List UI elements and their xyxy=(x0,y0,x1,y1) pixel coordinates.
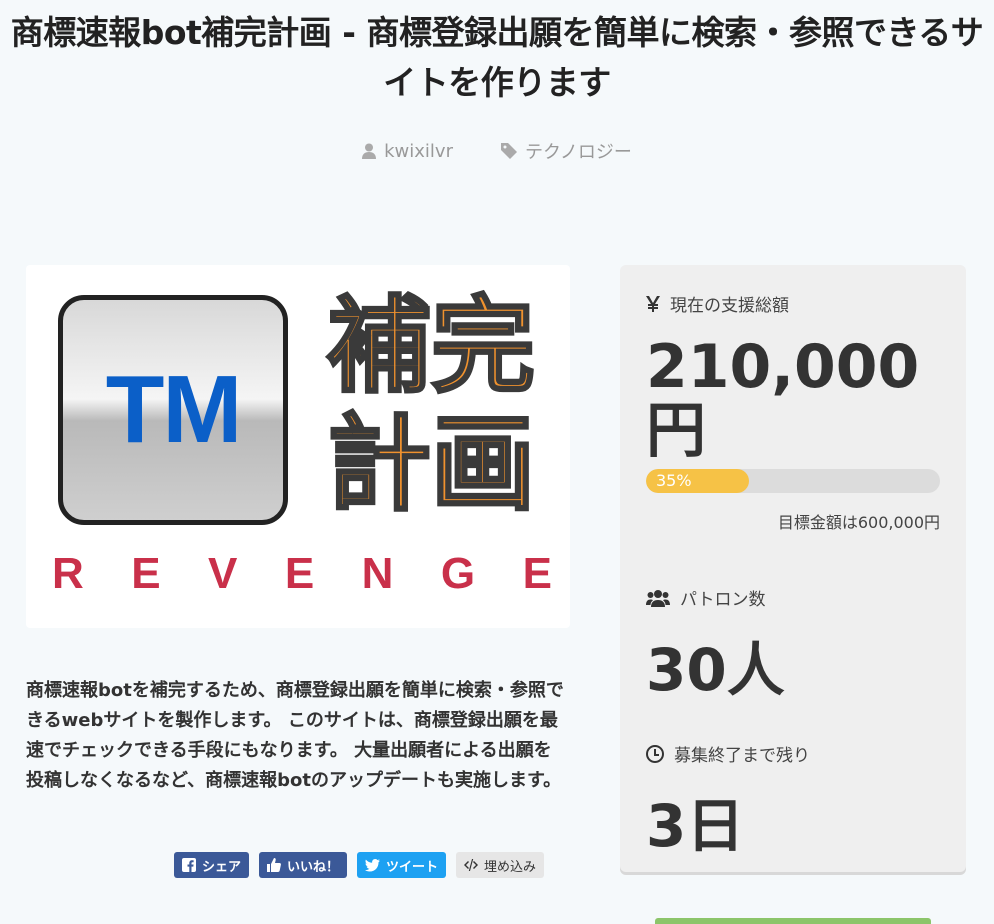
remaining-label-text: 募集終了まで残り xyxy=(674,746,810,766)
total-label-text: 現在の支援総額 xyxy=(670,296,789,316)
code-icon xyxy=(464,859,479,871)
revenge-letter: V xyxy=(208,549,238,598)
hokan-keikaku-logo: 補完 計画 xyxy=(316,285,546,525)
facebook-icon xyxy=(182,858,196,872)
category-link[interactable]: テクノロジー xyxy=(500,138,632,164)
total-label: 現在の支援総額 xyxy=(646,291,789,316)
author-link[interactable]: kwixilvr xyxy=(362,138,453,164)
tag-icon xyxy=(500,143,517,159)
facebook-share-label: シェア xyxy=(202,859,242,875)
patrons-label-text: パトロン数 xyxy=(680,590,766,610)
tweet-button[interactable]: ツイート xyxy=(357,852,447,878)
patrons-count: 30人 xyxy=(646,636,785,704)
category-name: テクノロジー xyxy=(524,142,632,163)
tm-logo-text: TM xyxy=(105,356,243,463)
users-icon xyxy=(646,589,670,607)
revenge-letter: N xyxy=(361,549,394,598)
progress-bar-fill: 35% xyxy=(646,469,749,493)
project-meta: kwixilvr テクノロジー xyxy=(0,138,994,164)
revenge-letter: E xyxy=(284,549,315,598)
share-buttons: シェア いいね！ ツイート 埋め込み xyxy=(174,852,545,878)
user-icon xyxy=(362,143,377,159)
kanji-line-1: 補完 xyxy=(325,285,536,407)
author-name: kwixilvr xyxy=(384,140,453,162)
progress-bar: 35% xyxy=(646,469,940,493)
facebook-like-label: いいね！ xyxy=(287,859,340,875)
facebook-like-button[interactable]: いいね！ xyxy=(259,852,348,878)
page-title: 商標速報bot補完計画 - 商標登録出願を簡単に検索・参照できるサイトを作ります xyxy=(10,13,984,102)
embed-label: 埋め込み xyxy=(484,859,537,875)
goal-amount: 目標金額は600,000円 xyxy=(777,513,940,532)
revenge-letter: E xyxy=(522,549,552,598)
revenge-logo: R E V E N G E xyxy=(52,549,552,599)
kanji-line-2: 計画 xyxy=(325,403,536,525)
embed-button[interactable]: 埋め込み xyxy=(456,852,545,878)
funding-stats-panel: 現在の支援総額 210,000円 35% 目標金額は600,000円 パトロン数… xyxy=(620,265,966,872)
thumbs-up-icon xyxy=(267,858,281,872)
support-button[interactable] xyxy=(655,918,931,924)
revenge-letter: R xyxy=(52,549,84,598)
clock-icon xyxy=(646,744,664,763)
project-description: 商標速報botを補完するため、商標登録出願を簡単に検索・参照できるwebサイトを… xyxy=(26,680,564,791)
yen-icon xyxy=(646,295,660,312)
total-amount: 210,000円 xyxy=(646,332,920,466)
revenge-letter: E xyxy=(131,549,161,598)
facebook-share-button[interactable]: シェア xyxy=(174,852,250,878)
tweet-label: ツイート xyxy=(386,859,439,875)
revenge-letter: G xyxy=(440,549,476,598)
project-hero-image: TM 補完 計画 R E V E N G E xyxy=(26,265,570,628)
twitter-icon xyxy=(365,858,381,871)
tm-logo: TM xyxy=(58,295,288,525)
patrons-label: パトロン数 xyxy=(646,585,766,610)
remaining-label: 募集終了まで残り xyxy=(646,741,810,766)
remaining-days: 3日 xyxy=(646,792,745,860)
